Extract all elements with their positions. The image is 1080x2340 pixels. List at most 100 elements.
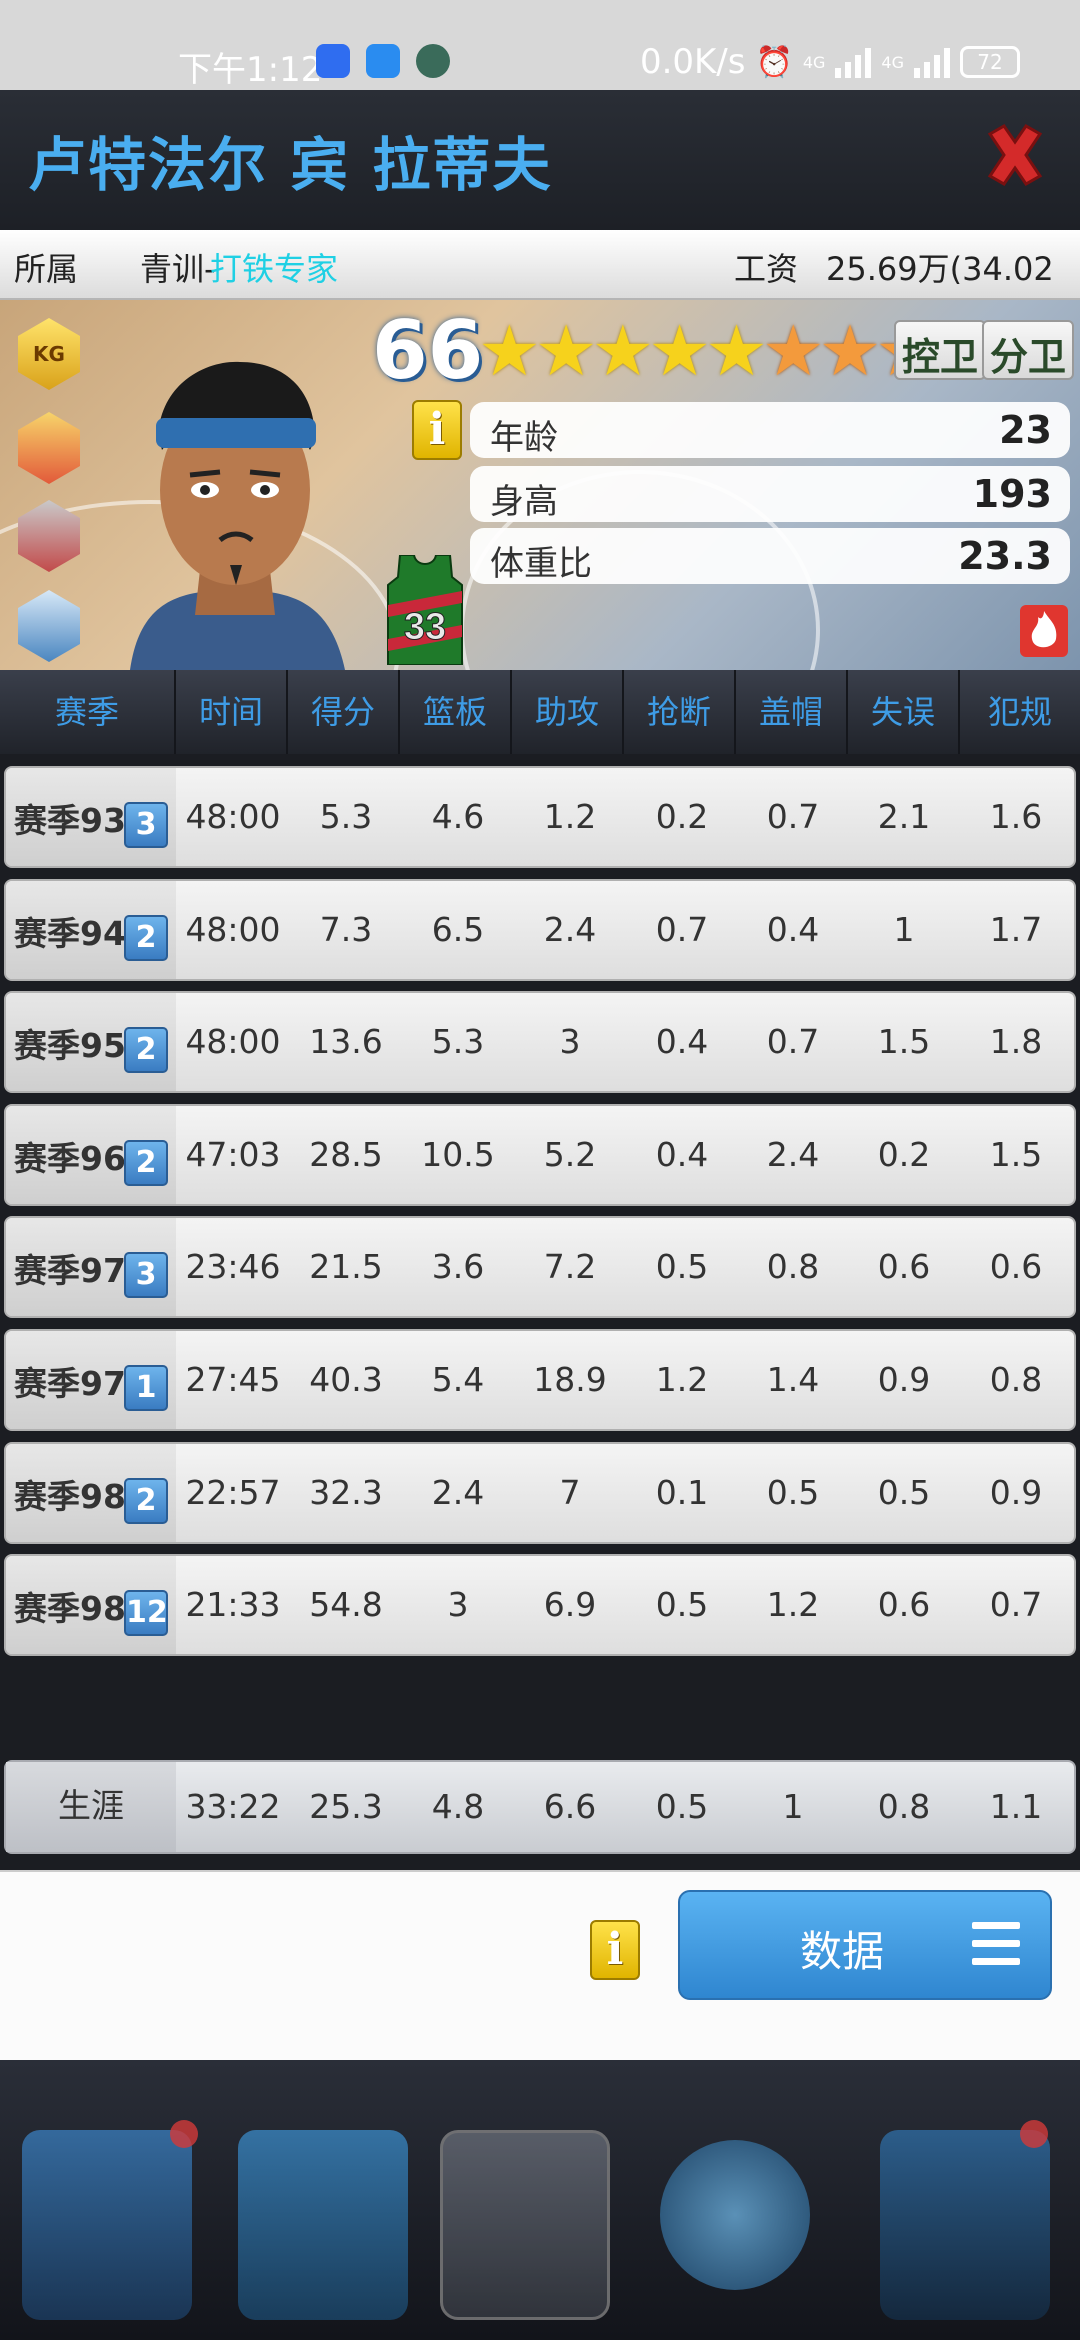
stat-cell: 5.3 bbox=[431, 1022, 485, 1062]
stat-cell: 0.8 bbox=[989, 1360, 1043, 1399]
table-row[interactable]: 赛季97 3 23:46 21.5 3.6 7.2 0.5 0.8 0.6 0.6 bbox=[4, 1216, 1076, 1319]
level-badge: 3 bbox=[124, 1252, 168, 1299]
nav-chat-icon[interactable] bbox=[660, 2140, 810, 2290]
stat-cell: 21.5 bbox=[309, 1247, 383, 1287]
notification-dot bbox=[170, 2120, 198, 2148]
stat-cell: 54.8 bbox=[309, 1585, 383, 1625]
nav-yen-icon[interactable] bbox=[238, 2130, 408, 2320]
level-badge: 2 bbox=[124, 914, 168, 961]
app-notification-icon bbox=[316, 44, 350, 78]
season-label: 赛季97 bbox=[14, 1364, 126, 1403]
season-label: 赛季98 bbox=[14, 1476, 126, 1516]
stat-cell: 32.3 bbox=[309, 1472, 383, 1512]
stat-cell: 5.3 bbox=[319, 797, 373, 836]
stat-cell: 48:00 bbox=[185, 909, 281, 949]
data-button[interactable]: 数据 bbox=[678, 1890, 1052, 2000]
season-label: 赛季98 bbox=[14, 1589, 126, 1629]
attr-weight-ratio: 体重比 23.3 bbox=[470, 528, 1070, 584]
table-row[interactable]: 赛季96 2 47:03 28.5 10.5 5.2 0.4 2.4 0.2 1.5 bbox=[4, 1103, 1076, 1206]
stat-cell: 2.4 bbox=[543, 909, 597, 949]
column-header: 赛季 bbox=[0, 670, 176, 754]
season-cell: 赛季95 2 bbox=[6, 993, 176, 1092]
stat-cell: 0.2 bbox=[655, 797, 709, 836]
stat-cell: 0.4 bbox=[655, 1134, 709, 1174]
star-icon: ★ bbox=[818, 310, 882, 392]
level-badge: 2 bbox=[124, 1027, 168, 1074]
stat-cell: 0.5 bbox=[655, 1247, 709, 1287]
star-rating: ★★★★★★★★ bbox=[478, 316, 938, 386]
stat-cell: 0.5 bbox=[877, 1472, 931, 1512]
stat-cell: 0.2 bbox=[877, 1134, 931, 1174]
table-row[interactable]: 赛季98 2 22:57 32.3 2.4 7 0.1 0.5 0.5 0.9 bbox=[4, 1441, 1076, 1544]
career-cell: 4.8 bbox=[431, 1787, 485, 1826]
position-tag: 控卫 bbox=[894, 320, 987, 380]
stat-cell: 18.9 bbox=[533, 1360, 607, 1399]
overall-rating: 66 bbox=[372, 304, 484, 397]
stat-cell: 1 bbox=[893, 909, 915, 949]
stat-cell: 10.5 bbox=[421, 1134, 495, 1174]
player-name: 卢特法尔 宾 拉蒂夫 bbox=[28, 131, 553, 199]
attr-value: 23 bbox=[999, 408, 1052, 452]
stat-cell: 7 bbox=[559, 1472, 581, 1512]
stat-cell: 0.7 bbox=[989, 1585, 1043, 1625]
stat-cell: 48:00 bbox=[185, 1022, 281, 1062]
team-prefix: 青训- bbox=[140, 250, 216, 288]
career-cell: 0.8 bbox=[877, 1787, 931, 1826]
stat-cell: 0.5 bbox=[655, 1585, 709, 1625]
season-cell: 赛季97 1 bbox=[6, 1331, 176, 1429]
status-time: 下午1:12 bbox=[178, 50, 323, 90]
season-cell: 赛季96 2 bbox=[6, 1105, 176, 1204]
table-row[interactable]: 赛季98 12 21:33 54.8 3 6.9 0.5 1.2 0.6 0.7 bbox=[4, 1554, 1076, 1657]
season-cell: 赛季98 2 bbox=[6, 1443, 176, 1542]
table-row[interactable]: 赛季93 3 48:00 5.3 4.6 1.2 0.2 0.7 2.1 1.6 bbox=[4, 766, 1076, 868]
column-header: 助攻 bbox=[512, 670, 624, 754]
column-header: 犯规 bbox=[987, 693, 1052, 731]
stat-cell: 21:33 bbox=[185, 1585, 281, 1625]
stats-table-header: 赛季 时间 得分 篮板 助攻 抢断 盖帽 失误 犯规 bbox=[0, 670, 1080, 754]
nav-trophy-icon[interactable] bbox=[440, 2130, 610, 2320]
season-label: 赛季95 bbox=[14, 1026, 126, 1066]
bottom-nav bbox=[0, 2060, 1080, 2340]
column-header: 时间 bbox=[176, 670, 288, 754]
nav-star-icon[interactable] bbox=[22, 2130, 192, 2320]
signal-bars-icon bbox=[914, 46, 950, 78]
stat-cell: 0.7 bbox=[655, 909, 709, 949]
stat-cell: 1.8 bbox=[989, 1022, 1043, 1062]
table-row[interactable]: 赛季94 2 48:00 7.3 6.5 2.4 0.7 0.4 1 1.7 bbox=[4, 878, 1076, 981]
stat-cell: 0.6 bbox=[877, 1247, 931, 1287]
attr-label: 身高 bbox=[490, 482, 558, 522]
season-cell: 赛季94 2 bbox=[6, 880, 176, 979]
info-row: 所属 青训- 打铁专家 工资 25.69万(34.02万) bbox=[0, 230, 1080, 334]
player-avatar bbox=[130, 361, 345, 670]
info-icon[interactable]: i bbox=[412, 400, 462, 460]
alarm-icon: ⏰ bbox=[755, 44, 793, 80]
position-tag: 分卫 bbox=[982, 320, 1075, 380]
avatar-notification-icon bbox=[416, 44, 450, 78]
nav-double-chevron-up-icon[interactable] bbox=[880, 2130, 1050, 2320]
close-x-icon[interactable] bbox=[980, 120, 1050, 190]
level-badge: 1 bbox=[124, 1365, 168, 1411]
signal-bars-icon bbox=[835, 46, 872, 78]
stat-cell: 2.4 bbox=[431, 1472, 485, 1512]
fire-icon[interactable] bbox=[1020, 605, 1068, 657]
info-icon[interactable]: i bbox=[590, 1920, 640, 1980]
salary-label: 工资 bbox=[734, 250, 799, 288]
stat-cell: 0.9 bbox=[877, 1360, 931, 1399]
stat-cell: 1.4 bbox=[766, 1360, 820, 1399]
table-row[interactable]: 赛季95 2 48:00 13.6 5.3 3 0.4 0.7 1.5 1.8 bbox=[4, 991, 1076, 1094]
stat-cell: 1.6 bbox=[989, 797, 1043, 836]
stat-cell: 3 bbox=[559, 1022, 581, 1062]
season-cell: 赛季98 12 bbox=[6, 1556, 176, 1655]
table-row[interactable]: 赛季97 1 27:45 40.3 5.4 18.9 1.2 1.4 0.9 0.8 bbox=[4, 1329, 1076, 1431]
star-icon: ★ bbox=[478, 310, 541, 392]
level-badge: 2 bbox=[124, 1477, 168, 1524]
jersey-number: 33 bbox=[404, 606, 446, 648]
season-label: 赛季94 bbox=[14, 913, 126, 953]
column-header: 失误 bbox=[848, 670, 960, 754]
stat-cell: 0.8 bbox=[766, 1247, 820, 1287]
stat-cell: 28.5 bbox=[309, 1134, 383, 1174]
star-icon: ★ bbox=[761, 310, 825, 392]
attr-age: 年龄 23 bbox=[470, 402, 1070, 458]
column-header: 盖帽 bbox=[736, 670, 848, 754]
stat-cell: 1.2 bbox=[766, 1585, 820, 1625]
